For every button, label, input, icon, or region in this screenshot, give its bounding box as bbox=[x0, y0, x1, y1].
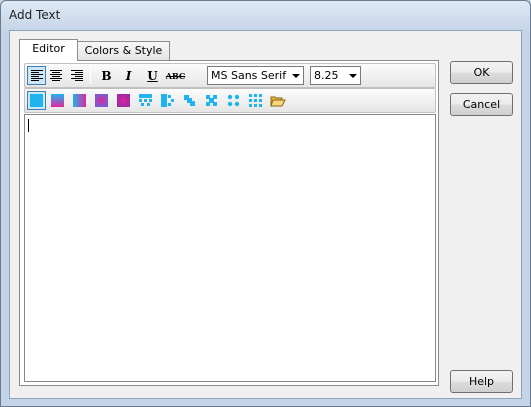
tab-colors-style[interactable]: Colors & Style bbox=[77, 41, 170, 61]
pattern-checker-icon bbox=[139, 94, 152, 106]
pattern-cross-button[interactable] bbox=[180, 91, 199, 110]
italic-button[interactable]: I bbox=[119, 66, 138, 85]
font-size-value: 8.25 bbox=[314, 69, 339, 82]
ok-button[interactable]: OK bbox=[450, 61, 513, 84]
pattern-diamond-icon bbox=[206, 95, 217, 106]
align-center-icon bbox=[49, 70, 62, 81]
toolbar-separator bbox=[90, 68, 91, 84]
gradient-horizontal-button[interactable] bbox=[48, 91, 67, 110]
formatting-toolbar: B I U ABC MS Sans Serif 8.25 bbox=[24, 63, 436, 88]
align-right-icon bbox=[70, 70, 83, 81]
font-name-select[interactable]: MS Sans Serif bbox=[207, 66, 304, 85]
solid-fill-icon bbox=[30, 94, 43, 107]
pattern-blocks-icon bbox=[161, 94, 174, 107]
fill-style-toolbar bbox=[24, 88, 436, 113]
text-editor-area[interactable] bbox=[24, 114, 436, 382]
pattern-dots-icon bbox=[227, 94, 240, 107]
text-caret bbox=[28, 119, 29, 132]
strikethrough-button[interactable]: ABC bbox=[166, 66, 185, 85]
align-center-button[interactable] bbox=[46, 66, 65, 85]
cancel-button[interactable]: Cancel bbox=[450, 93, 513, 116]
pattern-cross-icon bbox=[184, 95, 195, 106]
gradient-radial-button[interactable] bbox=[114, 91, 133, 110]
pattern-diamond-button[interactable] bbox=[202, 91, 221, 110]
open-image-button[interactable] bbox=[268, 91, 287, 110]
gradient-vertical-button[interactable] bbox=[70, 91, 89, 110]
help-button[interactable]: Help bbox=[450, 370, 513, 393]
underline-icon: U bbox=[147, 68, 158, 83]
pattern-blocks-button[interactable] bbox=[158, 91, 177, 110]
align-right-button[interactable] bbox=[67, 66, 86, 85]
title-bar[interactable]: Add Text bbox=[1, 1, 530, 29]
gradient-center-icon bbox=[95, 94, 108, 107]
italic-icon: I bbox=[125, 68, 132, 83]
pattern-checker-button[interactable] bbox=[136, 91, 155, 110]
underline-button[interactable]: U bbox=[143, 66, 162, 85]
pattern-grid-icon bbox=[249, 94, 262, 107]
bold-button[interactable]: B bbox=[97, 66, 116, 85]
chevron-down-icon bbox=[292, 74, 300, 78]
open-folder-icon bbox=[269, 96, 286, 106]
gradient-vertical-icon bbox=[73, 94, 86, 107]
align-left-icon bbox=[30, 70, 43, 81]
window-title: Add Text bbox=[9, 8, 61, 22]
font-name-value: MS Sans Serif bbox=[211, 69, 287, 82]
pattern-grid-button[interactable] bbox=[246, 91, 265, 110]
gradient-center-button[interactable] bbox=[92, 91, 111, 110]
editor-tab-panel: B I U ABC MS Sans Serif 8.25 bbox=[19, 60, 439, 386]
pattern-dots-button[interactable] bbox=[224, 91, 243, 110]
font-size-select[interactable]: 8.25 bbox=[310, 66, 361, 85]
dialog-client-area: Editor Colors & Style B I U ABC MS Sans … bbox=[9, 30, 522, 399]
gradient-horizontal-icon bbox=[51, 94, 64, 107]
align-left-button[interactable] bbox=[27, 66, 46, 85]
strikethrough-icon: ABC bbox=[165, 70, 186, 81]
tab-editor[interactable]: Editor bbox=[19, 39, 78, 61]
chevron-down-icon bbox=[349, 74, 357, 78]
bold-icon: B bbox=[101, 68, 112, 83]
gradient-radial-icon bbox=[117, 94, 130, 107]
add-text-dialog: Add Text Editor Colors & Style B I U ABC… bbox=[0, 0, 531, 407]
solid-fill-button[interactable] bbox=[27, 91, 46, 110]
